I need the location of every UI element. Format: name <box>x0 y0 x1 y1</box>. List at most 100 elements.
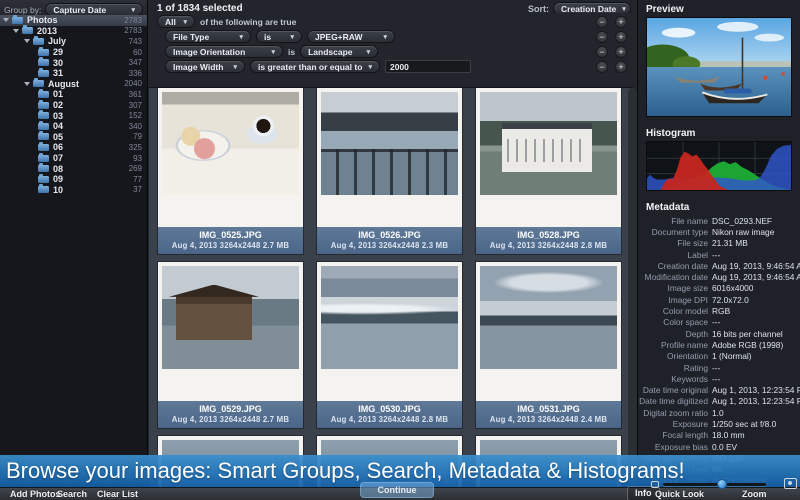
zoom-slider-track[interactable] <box>663 483 766 486</box>
thumbnail-label-bar: IMG_0529.JPG Aug 4, 2013 3264x2448 2.7 M… <box>158 401 303 428</box>
tree-item-label: 03 <box>53 111 129 121</box>
sidebar-item-day-08[interactable]: 08 269 <box>0 163 147 174</box>
rule-field-dropdown[interactable]: Image Width ▾ <box>165 60 245 73</box>
sidebar-item-day-09[interactable]: 09 77 <box>0 174 147 185</box>
metadata-value: --- <box>712 374 720 384</box>
thumbnail-card[interactable]: IMG_0525.JPG Aug 4, 2013 3264x2448 2.7 M… <box>158 88 303 254</box>
metadata-value: 21.31 MB <box>712 238 748 248</box>
sidebar-item-day-02[interactable]: 02 307 <box>0 100 147 111</box>
metadata-row: Modification dateAug 19, 2013, 9:46:54 A… <box>638 271 800 282</box>
plus-icon[interactable]: + <box>615 16 627 28</box>
disclosure-triangle-icon[interactable] <box>3 18 9 22</box>
thumbnail-meta: Aug 4, 2013 3264x2448 2.8 MB <box>476 241 621 250</box>
sidebar-item-day-10[interactable]: 10 37 <box>0 185 147 196</box>
quick-look-button[interactable]: Quick Look <box>655 489 704 499</box>
tree-item-count: 325 <box>129 143 142 152</box>
metadata-value: Aug 19, 2013, 9:46:54 AM <box>712 272 800 282</box>
sidebar-item-day-06[interactable]: 06 325 <box>0 142 147 153</box>
disclosure-triangle-icon[interactable] <box>24 39 30 43</box>
metadata-row: File size21.31 MB <box>638 238 800 249</box>
minus-icon[interactable]: − <box>596 46 608 58</box>
folder-icon <box>38 176 49 183</box>
tree-item-count: 340 <box>129 122 142 131</box>
tree-item-label: 05 <box>53 132 133 142</box>
metadata-row: Color modelRGB <box>638 305 800 316</box>
rule-value-dropdown[interactable]: Landscape ▾ <box>300 45 378 58</box>
dropdown-arrow-icon: ▾ <box>362 63 372 71</box>
plus-icon[interactable]: + <box>615 61 627 73</box>
add-photos-button[interactable]: Add Photos <box>10 489 61 499</box>
metadata-value: 1.0 <box>712 408 724 418</box>
sidebar-item-day-04[interactable]: 04 340 <box>0 121 147 132</box>
thumbnail-label-bar: IMG_0528.JPG Aug 4, 2013 3264x2448 2.8 M… <box>476 227 621 254</box>
zoom-slider-knob[interactable] <box>717 479 727 489</box>
rule-field-dropdown[interactable]: Image Orientation ▾ <box>165 45 283 58</box>
thumbnail-meta: Aug 4, 2013 3264x2448 2.7 MB <box>158 415 303 424</box>
sidebar-item-august[interactable]: August 2040 <box>0 79 147 90</box>
folder-icon <box>38 155 49 162</box>
sidebar-item-day-30[interactable]: 30 347 <box>0 57 147 68</box>
rule-value-dropdown[interactable]: JPEG+RAW ▾ <box>307 30 395 43</box>
sidebar-item-day-01[interactable]: 01 361 <box>0 89 147 100</box>
continue-button[interactable]: Continue <box>360 482 434 498</box>
grid-scrollbar[interactable] <box>628 88 637 477</box>
disclosure-triangle-icon[interactable] <box>24 82 30 86</box>
thumbnail-card[interactable]: IMG_0531.JPG Aug 4, 2013 3264x2448 2.4 M… <box>476 262 621 428</box>
filter-rule-orientation: Image Orientation ▾ is Landscape ▾ − + <box>165 44 627 59</box>
sidebar-item-july[interactable]: July 743 <box>0 36 147 47</box>
thumbnail-filename: IMG_0526.JPG <box>317 230 462 240</box>
minus-icon[interactable]: − <box>596 61 608 73</box>
minus-icon[interactable]: − <box>596 16 608 28</box>
minus-icon[interactable]: − <box>596 31 608 43</box>
search-button[interactable]: Search <box>57 489 87 499</box>
folder-icon <box>38 144 49 151</box>
match-dropdown[interactable]: All ▾ <box>157 15 195 28</box>
tree-item-count: 347 <box>129 58 142 67</box>
thumbnail-filename: IMG_0525.JPG <box>158 230 303 240</box>
sidebar-item-2013[interactable]: 2013 2783 <box>0 26 147 37</box>
tree-item-label: 29 <box>53 47 133 57</box>
plus-icon[interactable]: + <box>615 46 627 58</box>
thumbnail-meta: Aug 4, 2013 3264x2448 2.3 MB <box>317 241 462 250</box>
thumbnail-card[interactable]: IMG_0530.JPG Aug 4, 2013 3264x2448 2.8 M… <box>317 262 462 428</box>
thumbnail-card[interactable]: IMG_0529.JPG Aug 4, 2013 3264x2448 2.7 M… <box>158 262 303 428</box>
thumbnail-photo <box>162 92 299 195</box>
metadata-value: --- <box>712 317 720 327</box>
rule-value: Landscape <box>308 47 352 57</box>
tree-item-label: 10 <box>53 185 133 195</box>
clear-list-button[interactable]: Clear List <box>97 489 138 499</box>
tree-item-label: 02 <box>53 100 129 110</box>
plus-icon[interactable]: + <box>615 31 627 43</box>
metadata-value: 18.0 mm <box>712 430 745 440</box>
rule-operator-dropdown[interactable]: is greater than or equal to ▾ <box>250 60 380 73</box>
metadata-label: Modification date <box>638 272 712 282</box>
metadata-row: Label--- <box>638 249 800 260</box>
match-value: All <box>165 17 176 27</box>
sidebar-item-day-07[interactable]: 07 93 <box>0 153 147 164</box>
tree-item-label: 04 <box>53 121 129 131</box>
metadata-value: DSC_0293.NEF <box>712 216 772 226</box>
promo-banner-text: Browse your images: Smart Groups, Search… <box>6 458 685 484</box>
rule-field-dropdown[interactable]: File Type ▾ <box>165 30 251 43</box>
thumbnail-photo <box>480 92 617 195</box>
sidebar-item-day-31[interactable]: 31 336 <box>0 68 147 79</box>
thumbnail-card[interactable]: IMG_0528.JPG Aug 4, 2013 3264x2448 2.8 M… <box>476 88 621 254</box>
tree-item-label: July <box>48 36 129 46</box>
rule-field-value: File Type <box>173 32 209 42</box>
metadata-label: Focal length <box>638 430 712 440</box>
sidebar-item-day-03[interactable]: 03 152 <box>0 110 147 121</box>
disclosure-triangle-icon[interactable] <box>13 29 19 33</box>
inspector-panel: Preview <box>637 0 800 500</box>
filter-match-row: All ▾ of the following are true − + <box>157 14 627 29</box>
tree-item-label: August <box>48 79 124 89</box>
rule-value-input[interactable] <box>385 60 471 73</box>
sidebar-item-day-29[interactable]: 29 60 <box>0 47 147 58</box>
rule-operator-dropdown[interactable]: is ▾ <box>256 30 302 43</box>
tree-item-count: 93 <box>133 154 142 163</box>
metadata-label: Depth <box>638 329 712 339</box>
thumbnail-card[interactable]: IMG_0526.JPG Aug 4, 2013 3264x2448 2.3 M… <box>317 88 462 254</box>
metadata-row: Document typeNikon raw image <box>638 226 800 237</box>
folder-icon <box>38 70 49 77</box>
sidebar-item-photos[interactable]: Photos 2783 <box>0 15 147 26</box>
sidebar-item-day-05[interactable]: 05 79 <box>0 132 147 143</box>
